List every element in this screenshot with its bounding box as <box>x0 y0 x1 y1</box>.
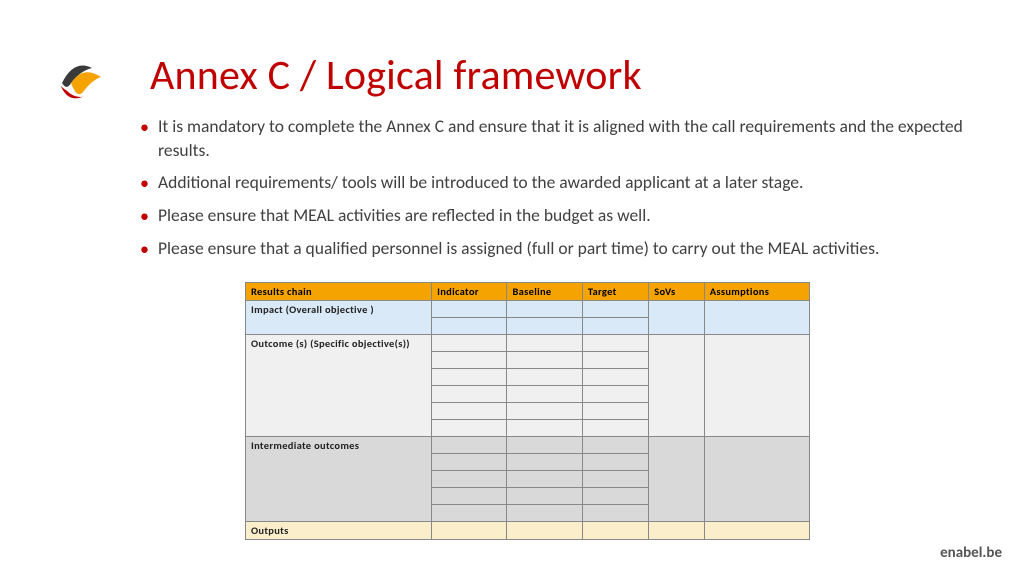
cell-target <box>582 403 648 420</box>
cell-target <box>582 386 648 403</box>
bullet-item: Please ensure that MEAL activities are r… <box>140 204 984 228</box>
cell-assumptions <box>704 437 809 522</box>
footer-link: enabel.be <box>940 544 1002 562</box>
cell-indicator <box>432 318 507 335</box>
cell-baseline <box>507 403 582 420</box>
header-sovs: SoVs <box>649 283 704 301</box>
cell-indicator <box>432 454 507 471</box>
cell-indicator <box>432 420 507 437</box>
cell-baseline <box>507 522 582 540</box>
cell-target <box>582 335 648 352</box>
table-row: Impact (Overall objective ) <box>246 301 810 318</box>
enabel-logo <box>50 50 110 110</box>
cell-target <box>582 488 648 505</box>
cell-baseline <box>507 318 582 335</box>
cell-sovs <box>649 301 704 335</box>
section-label: Impact (Overall objective ) <box>246 301 432 335</box>
cell-indicator <box>432 369 507 386</box>
cell-indicator <box>432 488 507 505</box>
section-label: Outcome (s) (Specific objective(s)) <box>246 335 432 437</box>
cell-target <box>582 471 648 488</box>
cell-target <box>582 352 648 369</box>
cell-indicator <box>432 386 507 403</box>
cell-baseline <box>507 335 582 352</box>
section-label: Outputs <box>246 522 432 540</box>
cell-target <box>582 420 648 437</box>
cell-indicator <box>432 403 507 420</box>
logframe-table: Results chain Indicator Baseline Target … <box>245 282 810 540</box>
cell-assumptions <box>704 335 809 437</box>
table-row: Outputs <box>246 522 810 540</box>
cell-baseline <box>507 420 582 437</box>
cell-target <box>582 318 648 335</box>
cell-indicator <box>432 522 507 540</box>
cell-target <box>582 454 648 471</box>
cell-indicator <box>432 471 507 488</box>
header-results-chain: Results chain <box>246 283 432 301</box>
cell-target <box>582 505 648 522</box>
table-row: Intermediate outcomes <box>246 437 810 454</box>
cell-indicator <box>432 352 507 369</box>
cell-target <box>582 301 648 318</box>
cell-baseline <box>507 437 582 454</box>
cell-indicator <box>432 301 507 318</box>
cell-target <box>582 522 648 540</box>
section-label: Intermediate outcomes <box>246 437 432 522</box>
cell-baseline <box>507 352 582 369</box>
cell-indicator <box>432 505 507 522</box>
bullet-item: It is mandatory to complete the Annex C … <box>140 115 984 162</box>
cell-assumptions <box>704 301 809 335</box>
bullet-list: It is mandatory to complete the Annex C … <box>140 115 984 269</box>
cell-baseline <box>507 454 582 471</box>
cell-indicator <box>432 335 507 352</box>
page-title: Annex C / Logical framework <box>150 50 642 101</box>
cell-baseline <box>507 386 582 403</box>
cell-baseline <box>507 488 582 505</box>
header-indicator: Indicator <box>432 283 507 301</box>
cell-sovs <box>649 335 704 437</box>
header-target: Target <box>582 283 648 301</box>
cell-baseline <box>507 301 582 318</box>
cell-sovs <box>649 437 704 522</box>
cell-sovs <box>649 522 704 540</box>
table-row: Outcome (s) (Specific objective(s)) <box>246 335 810 352</box>
bullet-item: Please ensure that a qualified personnel… <box>140 237 984 261</box>
table-header-row: Results chain Indicator Baseline Target … <box>246 283 810 301</box>
cell-indicator <box>432 437 507 454</box>
cell-baseline <box>507 369 582 386</box>
cell-baseline <box>507 505 582 522</box>
cell-baseline <box>507 471 582 488</box>
cell-target <box>582 437 648 454</box>
cell-assumptions <box>704 522 809 540</box>
header-baseline: Baseline <box>507 283 582 301</box>
header-assumptions: Assumptions <box>704 283 809 301</box>
bullet-item: Additional requirements/ tools will be i… <box>140 171 984 195</box>
cell-target <box>582 369 648 386</box>
